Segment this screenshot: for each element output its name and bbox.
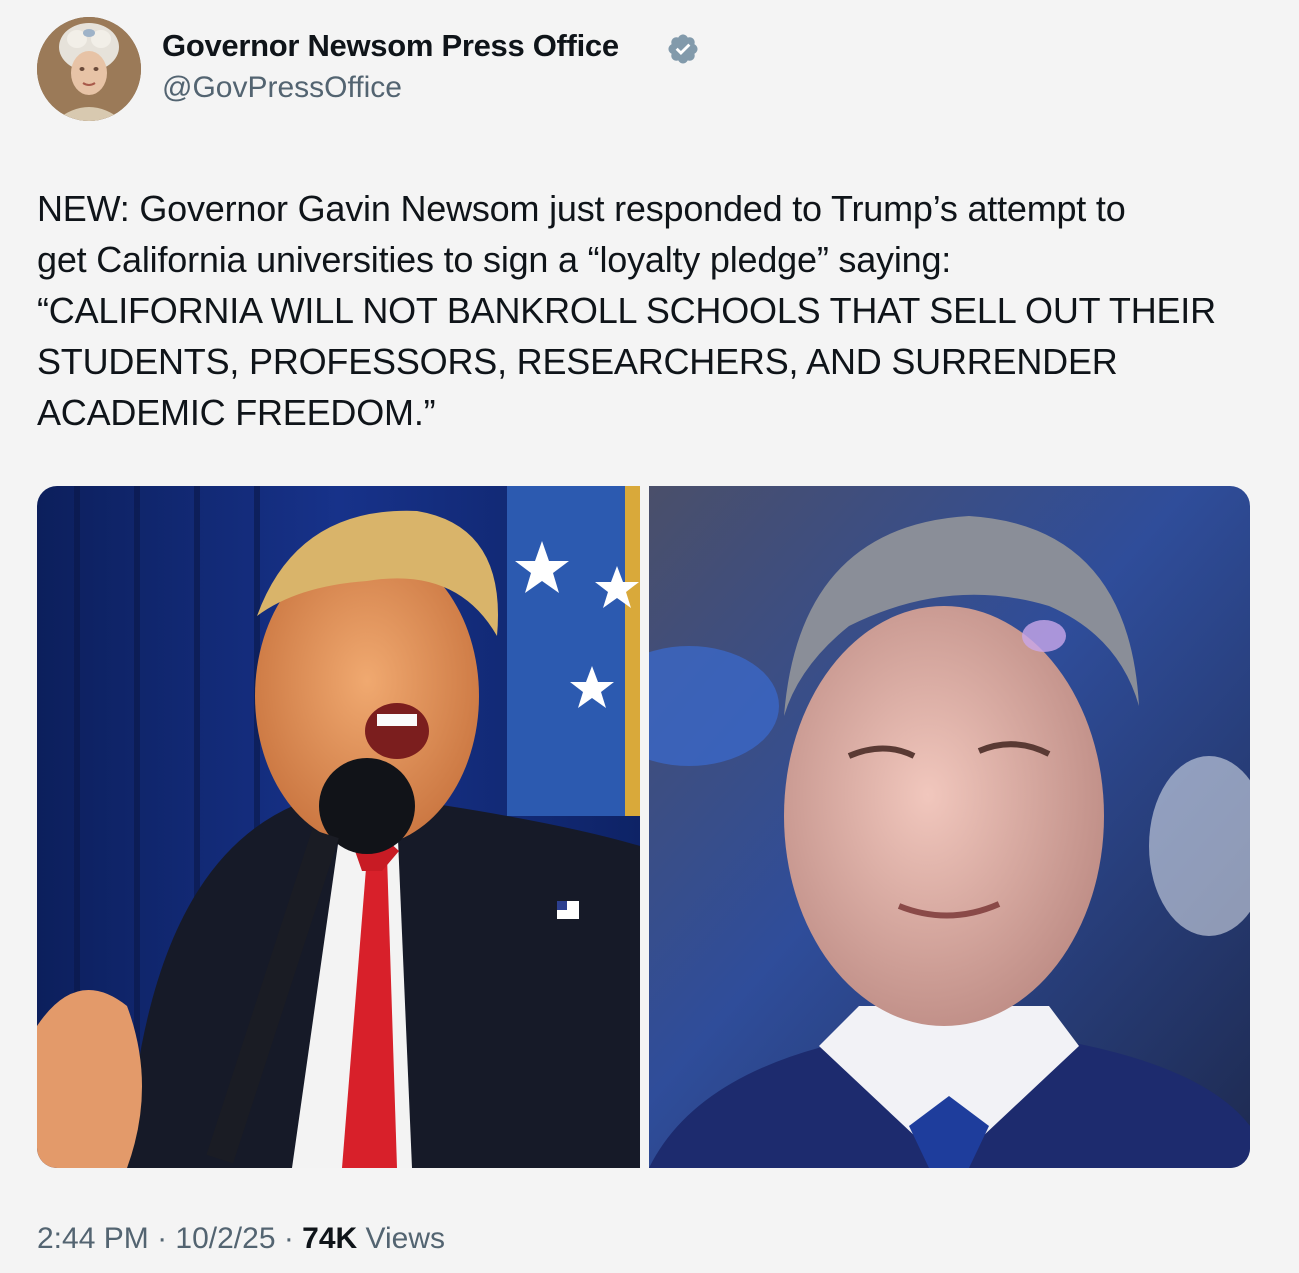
author-display-name[interactable]: Governor Newsom Press Office	[162, 28, 619, 64]
tweet-meta: 2:44 PM · 10/2/25 · 74K Views	[37, 1222, 445, 1256]
verified-badge-icon[interactable]	[666, 32, 700, 66]
tweet-time[interactable]: 2:44 PM	[37, 1222, 149, 1255]
media-photo-left[interactable]	[37, 486, 640, 1168]
views-label: Views	[357, 1222, 446, 1255]
tweet-text-line: ACADEMIC FREEDOM.”	[37, 392, 436, 433]
tweet-text: NEW: Governor Gavin Newsom just responde…	[37, 183, 1267, 438]
trump-speaking-photo-icon	[37, 486, 640, 1168]
media-photo-right[interactable]	[649, 486, 1250, 1168]
profile-avatar[interactable]	[37, 17, 141, 121]
meta-separator: ·	[275, 1222, 303, 1255]
tweet-date[interactable]: 10/2/25	[175, 1222, 275, 1255]
newsom-portrait-photo-icon	[649, 486, 1250, 1168]
author-handle[interactable]: @GovPressOffice	[162, 71, 402, 105]
views-count: 74K	[302, 1222, 358, 1255]
meta-separator: ·	[148, 1222, 176, 1255]
tweet-text-line: get California universities to sign a “l…	[37, 239, 952, 280]
tweet-card: Governor Newsom Press Office @GovPressOf…	[0, 0, 1299, 1273]
tweet-text-line: STUDENTS, PROFESSORS, RESEARCHERS, AND S…	[37, 341, 1118, 382]
tweet-text-line: NEW: Governor Gavin Newsom just responde…	[37, 188, 1126, 229]
avatar-portrait-icon	[37, 17, 141, 121]
tweet-text-line: “CALIFORNIA WILL NOT BANKROLL SCHOOLS TH…	[37, 290, 1216, 331]
